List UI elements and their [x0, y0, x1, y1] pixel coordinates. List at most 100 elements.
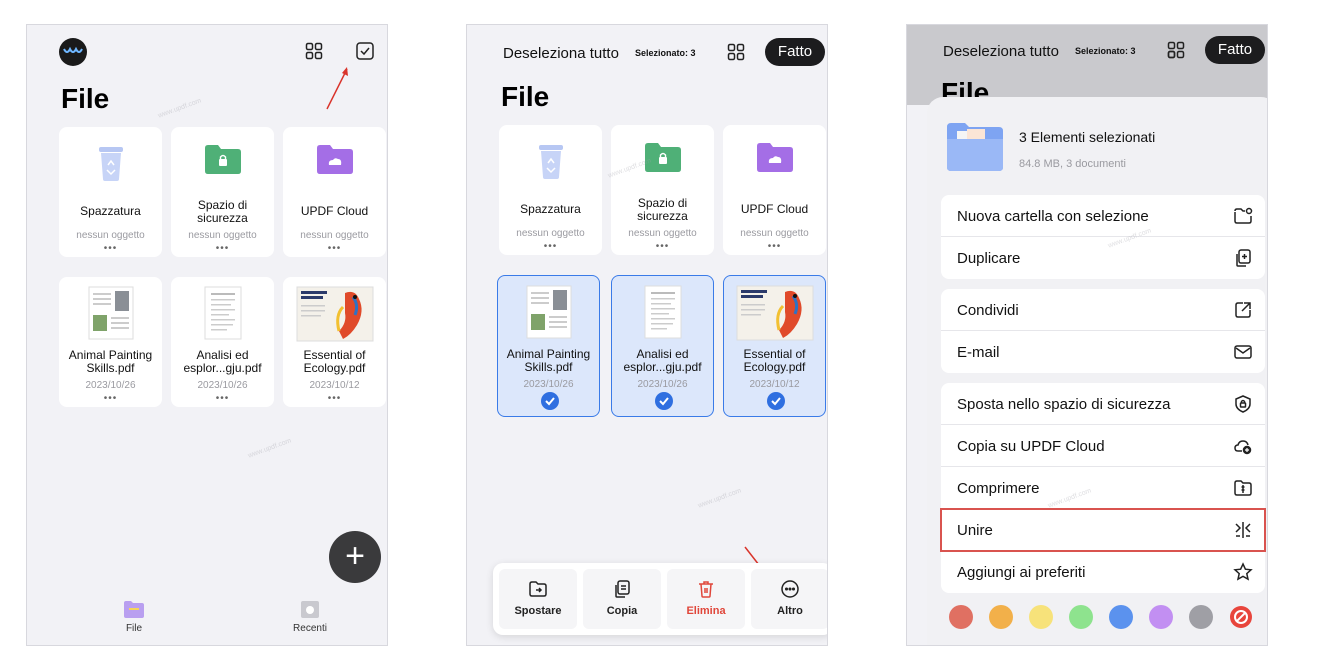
- more-options-icon[interactable]: •••: [723, 241, 826, 252]
- compress-icon: [1234, 480, 1252, 496]
- checkmark-icon[interactable]: [541, 392, 559, 410]
- checkmark-icon[interactable]: [767, 392, 785, 410]
- watermark: www.updf.com: [247, 437, 293, 460]
- color-tag-gray[interactable]: [1189, 605, 1213, 629]
- file-card[interactable]: Analisi ed esplor...gju.pdf 2023/10/26 •…: [171, 277, 274, 407]
- color-tag-green[interactable]: [1069, 605, 1093, 629]
- cloud-folder-icon: [283, 143, 386, 187]
- selected-count: Selezionato: 3: [1075, 46, 1136, 56]
- shield-lock-icon: [1235, 395, 1251, 413]
- folder-icon: [124, 601, 144, 618]
- recent-icon: [301, 601, 319, 618]
- folder-stack-icon: [947, 123, 1003, 171]
- menu-item-label: Condividi: [957, 302, 1019, 319]
- more-options-icon[interactable]: •••: [171, 243, 274, 254]
- duplicate-icon: [1236, 249, 1251, 267]
- mail-icon: [1234, 345, 1252, 359]
- screen-more-options-sheet: Deseleziona tutto Selezionato: 3 Fatto F…: [906, 24, 1268, 646]
- folder-card-cloud[interactable]: UPDF Cloud nessun oggetto •••: [283, 127, 386, 257]
- tab-bar: File Recenti: [27, 595, 387, 645]
- grid-view-icon[interactable]: [1167, 41, 1189, 63]
- pdf-thumbnail: [612, 284, 713, 344]
- file-card[interactable]: Animal Painting Skills.pdf 2023/10/26 ••…: [59, 277, 162, 407]
- deselect-all-button[interactable]: Deseleziona tutto: [943, 43, 1059, 60]
- card-name: Analisi ed esplor...gju.pdf: [623, 347, 702, 374]
- move-folder-icon: [529, 581, 547, 597]
- selection-title: 3 Elementi selezionati: [1019, 129, 1156, 145]
- card-name: UPDF Cloud: [300, 204, 369, 218]
- file-card[interactable]: Essential of Ecology.pdf 2023/10/12 •••: [283, 277, 386, 407]
- menu-item-label: Aggiungi ai preferiti: [957, 564, 1086, 581]
- star-icon: [1233, 562, 1253, 581]
- grid-view-icon[interactable]: [305, 42, 327, 64]
- more-options-icon[interactable]: •••: [59, 243, 162, 254]
- more-options-icon[interactable]: •••: [171, 393, 274, 404]
- watermark: www.updf.com: [697, 487, 743, 510]
- folder-card-secure[interactable]: Spazio di sicurezza nessun oggetto •••: [611, 125, 714, 255]
- copy-button[interactable]: Copia: [583, 569, 661, 629]
- menu-item-merge[interactable]: Unire: [940, 508, 1266, 552]
- folder-card-cloud[interactable]: UPDF Cloud nessun oggetto •••: [723, 125, 826, 255]
- page-title: File: [501, 81, 550, 112]
- more-options-icon[interactable]: •••: [499, 241, 602, 252]
- pdf-thumbnail: [171, 285, 274, 345]
- file-card-selected[interactable]: Essential of Ecology.pdf 2023/10/12: [723, 275, 826, 417]
- grid-view-icon[interactable]: [727, 43, 749, 65]
- menu-item-email[interactable]: E-mail: [941, 331, 1265, 373]
- pdf-thumbnail: [283, 285, 386, 345]
- card-subtitle: nessun oggetto: [628, 228, 697, 239]
- folder-card-trash[interactable]: Spazzatura nessun oggetto •••: [499, 125, 602, 255]
- trash-icon: [499, 141, 602, 185]
- more-options-icon[interactable]: •••: [611, 241, 714, 252]
- color-tag-red[interactable]: [949, 605, 973, 629]
- card-name: Essential of Ecology.pdf: [743, 347, 806, 374]
- file-card-selected[interactable]: Animal Painting Skills.pdf 2023/10/26: [497, 275, 600, 417]
- page-title: File: [61, 83, 110, 114]
- menu-item-label: Copia su UPDF Cloud: [957, 438, 1105, 455]
- menu-item-new-folder[interactable]: Nuova cartella con selezione: [941, 195, 1265, 237]
- tab-label: Recenti: [293, 623, 327, 634]
- card-subtitle: nessun oggetto: [740, 228, 809, 239]
- card-name: Spazzatura: [80, 204, 141, 218]
- tab-recenti[interactable]: Recenti: [275, 599, 345, 634]
- more-options-icon[interactable]: •••: [283, 393, 386, 404]
- menu-item-compress[interactable]: Comprimere: [941, 467, 1265, 509]
- tab-file[interactable]: File: [99, 599, 169, 634]
- color-tag-purple[interactable]: [1149, 605, 1173, 629]
- menu-item-favorite[interactable]: Aggiungi ai preferiti: [941, 551, 1265, 593]
- select-checkbox-icon[interactable]: [355, 41, 377, 63]
- card-name: UPDF Cloud: [740, 202, 809, 216]
- app-logo[interactable]: [59, 38, 87, 66]
- watermark: www.updf.com: [157, 97, 203, 120]
- checkmark-icon[interactable]: [655, 392, 673, 410]
- move-button[interactable]: Spostare: [499, 569, 577, 629]
- done-button[interactable]: Fatto: [1205, 36, 1265, 64]
- menu-item-share[interactable]: Condividi: [941, 289, 1265, 331]
- menu-group-3: Sposta nello spazio di sicurezza Copia s…: [940, 383, 1266, 593]
- merge-icon: [1235, 522, 1251, 538]
- folder-card-trash[interactable]: Spazzatura nessun oggetto •••: [59, 127, 162, 257]
- done-button[interactable]: Fatto: [765, 38, 825, 66]
- no-color-icon[interactable]: [1229, 605, 1253, 629]
- deselect-all-button[interactable]: Deseleziona tutto: [503, 45, 619, 62]
- menu-item-copy-cloud[interactable]: Copia su UPDF Cloud: [941, 425, 1265, 467]
- menu-item-duplicate[interactable]: Duplicare: [941, 237, 1265, 279]
- more-options-icon[interactable]: •••: [59, 393, 162, 404]
- card-subtitle: nessun oggetto: [516, 228, 585, 239]
- card-name: Animal Painting Skills.pdf: [506, 347, 591, 374]
- more-options-icon[interactable]: •••: [283, 243, 386, 254]
- menu-item-label: Comprimere: [957, 480, 1040, 497]
- delete-button[interactable]: Elimina: [667, 569, 745, 629]
- menu-item-move-secure[interactable]: Sposta nello spazio di sicurezza: [941, 383, 1265, 425]
- trash-icon: [699, 581, 713, 598]
- file-card-selected[interactable]: Analisi ed esplor...gju.pdf 2023/10/26: [611, 275, 714, 417]
- cloud-folder-icon: [723, 141, 826, 185]
- trash-icon: [59, 143, 162, 187]
- add-button[interactable]: +: [329, 531, 381, 583]
- color-tag-orange[interactable]: [989, 605, 1013, 629]
- more-button[interactable]: Altro: [751, 569, 827, 629]
- color-tag-yellow[interactable]: [1029, 605, 1053, 629]
- folder-card-secure[interactable]: Spazio di sicurezza nessun oggetto •••: [171, 127, 274, 257]
- card-subtitle: 2023/10/12: [309, 380, 360, 391]
- color-tag-blue[interactable]: [1109, 605, 1133, 629]
